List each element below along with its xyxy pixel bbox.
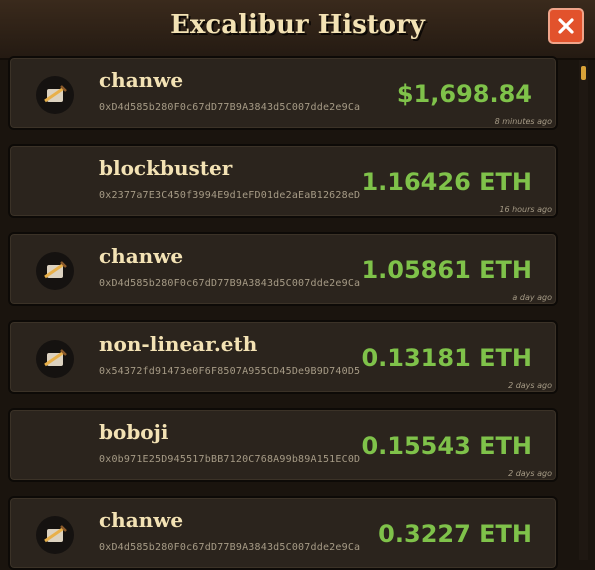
row-amount: 0.13181 ETH [361, 344, 532, 372]
sword-emblem-icon [44, 525, 67, 543]
history-row[interactable]: blockbuster 0x2377a7E3C450f3994E9d1eFD01… [8, 144, 558, 218]
row-name: chanwe [99, 68, 184, 92]
row-address: 0xD4d585b280F0c67dD77B9A3843d5C007dde2e9… [99, 542, 361, 553]
sword-emblem-icon [44, 349, 67, 367]
close-button[interactable] [548, 8, 584, 44]
modal-title: Excalibur History [170, 10, 425, 40]
scrollbar-thumb[interactable] [581, 66, 586, 80]
row-address: 0x0b971E25D945517bBB7120C768A99b89A151EC… [99, 454, 361, 465]
row-time: 8 minutes ago [494, 117, 552, 126]
row-name: chanwe [99, 508, 184, 532]
avatar [36, 252, 74, 290]
history-row[interactable]: boboji 0x0b971E25D945517bBB7120C768A99b8… [8, 408, 558, 482]
row-amount: 0.15543 ETH [361, 432, 532, 460]
avatar [36, 516, 74, 554]
row-time: a day ago [512, 293, 552, 302]
history-row[interactable]: non-linear.eth 0x54372fd91473e0F6F8507A9… [8, 320, 558, 394]
avatar [36, 164, 74, 202]
row-amount: 0.3227 ETH [378, 520, 532, 548]
row-address: 0xD4d585b280F0c67dD77B9A3843d5C007dde2e9… [99, 102, 361, 113]
history-row[interactable]: chanwe 0xD4d585b280F0c67dD77B9A3843d5C00… [8, 56, 558, 130]
row-address: 0xD4d585b280F0c67dD77B9A3843d5C007dde2e9… [99, 278, 361, 289]
row-name: blockbuster [99, 156, 233, 180]
row-time: 2 days ago [508, 469, 552, 478]
row-address: 0x54372fd91473e0F6F8507A955CD45De9B9D740… [99, 366, 361, 377]
avatar [36, 428, 74, 466]
avatar [36, 340, 74, 378]
row-amount: $1,698.84 [396, 80, 532, 108]
avatar [36, 76, 74, 114]
sword-emblem-icon [44, 85, 67, 103]
row-time: 16 hours ago [499, 205, 552, 214]
row-amount: 1.16426 ETH [361, 168, 532, 196]
history-row[interactable]: chanwe 0xD4d585b280F0c67dD77B9A3843d5C00… [8, 496, 558, 570]
row-name: non-linear.eth [99, 332, 258, 356]
row-name: boboji [99, 420, 169, 444]
row-time: 2 days ago [508, 381, 552, 390]
row-amount: 1.05861 ETH [361, 256, 532, 284]
row-address: 0x2377a7E3C450f3994E9d1eFD01de2aEaB12628… [99, 190, 361, 201]
row-name: chanwe [99, 244, 184, 268]
scrollbar[interactable] [579, 60, 588, 560]
close-x-icon [558, 18, 574, 34]
modal-header: Excalibur History [0, 0, 595, 60]
sword-emblem-icon [44, 261, 67, 279]
history-row[interactable]: chanwe 0xD4d585b280F0c67dD77B9A3843d5C00… [8, 232, 558, 306]
